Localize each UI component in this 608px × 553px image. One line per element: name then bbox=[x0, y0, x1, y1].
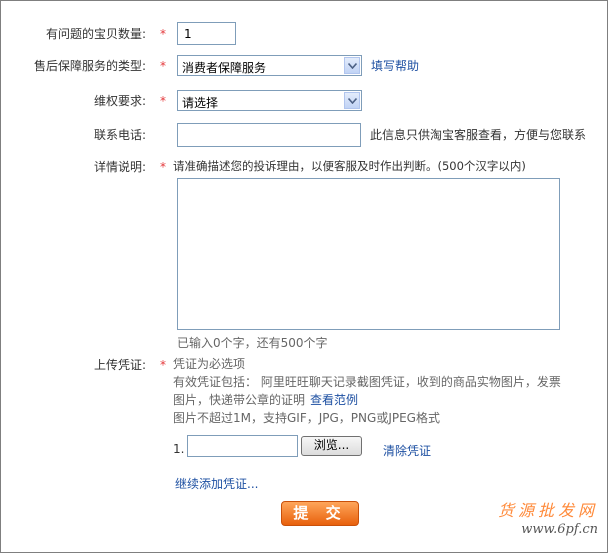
rights-required-mark: * bbox=[160, 94, 166, 108]
service-type-value: 消费者保障服务 bbox=[182, 61, 267, 75]
details-required-mark: * bbox=[160, 160, 166, 174]
details-label: 详情说明: bbox=[94, 160, 147, 174]
phone-label: 联系电话: bbox=[94, 128, 147, 142]
file-index: 1. bbox=[173, 442, 185, 456]
quantity-required-mark: * bbox=[160, 27, 166, 41]
upload-required-note: 凭证为必选项 bbox=[173, 357, 246, 371]
quantity-label: 有问题的宝贝数量: bbox=[46, 27, 147, 41]
add-more-proof-link[interactable]: 继续添加凭证... bbox=[175, 475, 258, 492]
file-path-input[interactable] bbox=[187, 435, 298, 457]
view-example-link[interactable]: 查看范例 bbox=[310, 391, 358, 408]
details-instruction: 请准确描述您的投诉理由，以便客服及时作出判断。(500个汉字以内) bbox=[173, 159, 526, 173]
watermark-logo-text: 货源批发网 bbox=[497, 501, 598, 520]
rights-value: 请选择 bbox=[182, 96, 219, 110]
service-type-required-mark: * bbox=[160, 59, 166, 73]
details-textarea[interactable] bbox=[177, 178, 560, 330]
service-type-select[interactable]: 消费者保障服务 bbox=[177, 55, 362, 76]
service-type-label: 售后保障服务的类型: bbox=[34, 59, 147, 73]
rights-select[interactable]: 请选择 bbox=[177, 90, 362, 111]
quantity-input[interactable] bbox=[177, 22, 236, 45]
rights-label: 维权要求: bbox=[94, 94, 147, 108]
details-char-counter: 已输入0个字，还有500个字 bbox=[177, 336, 328, 350]
submit-button[interactable]: 提 交 bbox=[281, 501, 359, 526]
clear-proof-link[interactable]: 清除凭证 bbox=[383, 442, 431, 459]
upload-label: 上传凭证: bbox=[94, 358, 147, 372]
upload-limits: 图片不超过1M，支持GIF，JPG，PNG或JPEG格式 bbox=[173, 411, 440, 425]
upload-valid-line1: 有效凭证包括： 阿里旺旺聊天记录截图凭证，收到的商品实物图片，发票 bbox=[173, 375, 561, 389]
phone-input[interactable] bbox=[177, 123, 361, 147]
phone-note: 此信息只供淘宝客服查看，方便与您联系 bbox=[370, 128, 587, 142]
upload-required-mark: * bbox=[160, 358, 166, 372]
chevron-down-icon[interactable] bbox=[344, 92, 360, 109]
browse-button[interactable]: 浏览... bbox=[301, 436, 362, 456]
fill-help-link[interactable]: 填写帮助 bbox=[371, 57, 419, 74]
upload-valid-line2: 图片，快递带公章的证明 bbox=[173, 393, 306, 407]
watermark-url: www.6pf.cn bbox=[521, 522, 598, 537]
chevron-down-icon[interactable] bbox=[344, 57, 360, 74]
